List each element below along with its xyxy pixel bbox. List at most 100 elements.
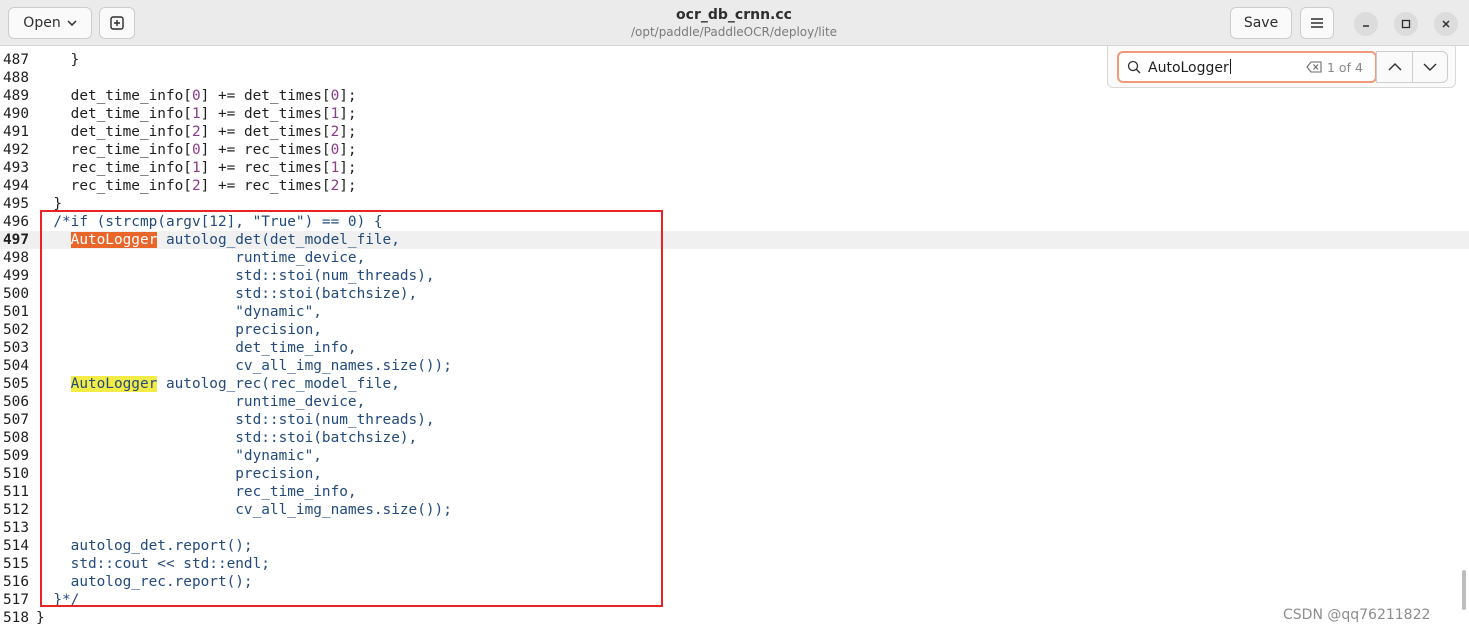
code-token: } xyxy=(36,52,80,68)
line-number: 493 xyxy=(3,160,29,176)
code-token: rec_time_info[ xyxy=(36,178,192,194)
search-field[interactable]: AutoLogger 1 of 4 xyxy=(1117,51,1377,83)
line-number: 504 xyxy=(3,358,29,374)
open-button-label: Open xyxy=(23,15,61,31)
code-line[interactable]: 492 rec_time_info[0] += rec_times[0]; xyxy=(0,141,1469,159)
title-box: ocr_db_crnn.cc /opt/paddle/PaddleOCR/dep… xyxy=(534,6,934,40)
chevron-up-icon xyxy=(1388,63,1401,71)
code-token: ]; xyxy=(339,178,357,194)
line-number: 492 xyxy=(3,142,29,158)
line-number: 506 xyxy=(3,394,29,410)
save-button[interactable]: Save xyxy=(1230,7,1292,39)
code-token: 0 xyxy=(330,88,340,104)
open-button[interactable]: Open xyxy=(8,7,92,39)
code-text: } xyxy=(36,609,45,627)
text-caret xyxy=(1229,59,1231,74)
code-token: ] += det_times[ xyxy=(200,124,331,140)
code-token: 0 xyxy=(191,88,201,104)
code-token: ] += det_times[ xyxy=(200,106,331,122)
line-number: 490 xyxy=(3,106,29,122)
minimize-icon xyxy=(1363,25,1369,27)
code-token: rec_time_info[ xyxy=(36,142,192,158)
line-number: 512 xyxy=(3,502,29,518)
backspace-clear-icon[interactable] xyxy=(1306,61,1322,73)
menu-button[interactable] xyxy=(1300,7,1334,39)
next-match-button[interactable] xyxy=(1412,52,1447,82)
search-query: AutoLogger xyxy=(1148,60,1229,76)
code-text: rec_time_info[0] += rec_times[0]; xyxy=(36,141,357,159)
minimize-button[interactable] xyxy=(1354,12,1378,36)
line-number: 505 xyxy=(3,376,29,392)
line-number: 489 xyxy=(3,88,29,104)
code-token: 0 xyxy=(330,142,340,158)
code-token: 1 xyxy=(330,160,340,176)
code-text: det_time_info[1] += det_times[1]; xyxy=(36,105,357,123)
line-number: 502 xyxy=(3,322,29,338)
hamburger-menu-icon xyxy=(1311,18,1323,28)
line-number: 518 xyxy=(3,610,29,626)
new-tab-button[interactable] xyxy=(99,7,135,39)
code-token: ]; xyxy=(339,142,357,158)
line-number: 513 xyxy=(3,520,29,536)
header-bar: Open ocr_db_crnn.cc /opt/paddle/PaddleOC… xyxy=(0,0,1469,46)
code-token: ]; xyxy=(339,160,357,176)
code-token: 2 xyxy=(191,124,201,140)
line-number: 498 xyxy=(3,250,29,266)
watermark: CSDN @qq76211822 xyxy=(1283,607,1431,623)
search-input[interactable]: AutoLogger xyxy=(1148,59,1231,76)
code-token: ]; xyxy=(339,106,357,122)
code-token: ] += rec_times[ xyxy=(200,178,331,194)
line-number: 487 xyxy=(3,52,29,68)
line-number: 497 xyxy=(3,232,29,248)
code-line[interactable]: 494 rec_time_info[2] += rec_times[2]; xyxy=(0,177,1469,195)
chevron-down-icon xyxy=(1423,63,1436,71)
new-tab-icon xyxy=(110,16,124,30)
maximize-button[interactable] xyxy=(1394,12,1418,36)
line-number: 508 xyxy=(3,430,29,446)
code-token: 2 xyxy=(191,178,201,194)
line-number: 517 xyxy=(3,592,29,608)
line-number: 511 xyxy=(3,484,29,500)
line-number: 507 xyxy=(3,412,29,428)
code-token: } xyxy=(36,610,45,626)
code-line[interactable]: 491 det_time_info[2] += det_times[2]; xyxy=(0,123,1469,141)
code-token: ]; xyxy=(339,124,357,140)
window-title: ocr_db_crnn.cc xyxy=(676,7,792,23)
code-line[interactable]: 518} xyxy=(0,609,1469,627)
code-token: rec_time_info[ xyxy=(36,160,192,176)
line-number: 510 xyxy=(3,466,29,482)
code-token: 2 xyxy=(330,124,340,140)
search-popover: AutoLogger 1 of 4 xyxy=(1107,46,1456,88)
code-token: ] += det_times[ xyxy=(200,88,331,104)
code-line[interactable]: 489 det_time_info[0] += det_times[0]; xyxy=(0,87,1469,105)
line-number: 488 xyxy=(3,70,29,86)
close-icon xyxy=(1442,20,1450,28)
scrollbar-thumb[interactable] xyxy=(1462,570,1466,610)
code-token: ] += rec_times[ xyxy=(200,160,331,176)
line-number: 509 xyxy=(3,448,29,464)
code-token: ]; xyxy=(339,88,357,104)
code-token: det_time_info[ xyxy=(36,124,192,140)
line-number: 514 xyxy=(3,538,29,554)
code-line[interactable]: 490 det_time_info[1] += det_times[1]; xyxy=(0,105,1469,123)
code-token: 2 xyxy=(330,178,340,194)
line-number: 515 xyxy=(3,556,29,572)
code-text: rec_time_info[2] += rec_times[2]; xyxy=(36,177,357,195)
code-token: det_time_info[ xyxy=(36,106,192,122)
match-count: 1 of 4 xyxy=(1327,60,1363,75)
line-number: 499 xyxy=(3,268,29,284)
code-text: rec_time_info[1] += rec_times[1]; xyxy=(36,159,357,177)
close-button[interactable] xyxy=(1434,12,1458,36)
line-number: 501 xyxy=(3,304,29,320)
window-subtitle: /opt/paddle/PaddleOCR/deploy/lite xyxy=(630,25,838,39)
code-text: det_time_info[2] += det_times[2]; xyxy=(36,123,357,141)
line-number: 503 xyxy=(3,340,29,356)
code-line[interactable]: 493 rec_time_info[1] += rec_times[1]; xyxy=(0,159,1469,177)
line-number: 495 xyxy=(3,196,29,212)
code-text: } xyxy=(36,51,80,69)
chevron-down-icon xyxy=(67,20,77,26)
line-number: 500 xyxy=(3,286,29,302)
code-token: det_time_info[ xyxy=(36,88,192,104)
previous-match-button[interactable] xyxy=(1377,52,1413,82)
search-nav-group xyxy=(1376,51,1448,83)
